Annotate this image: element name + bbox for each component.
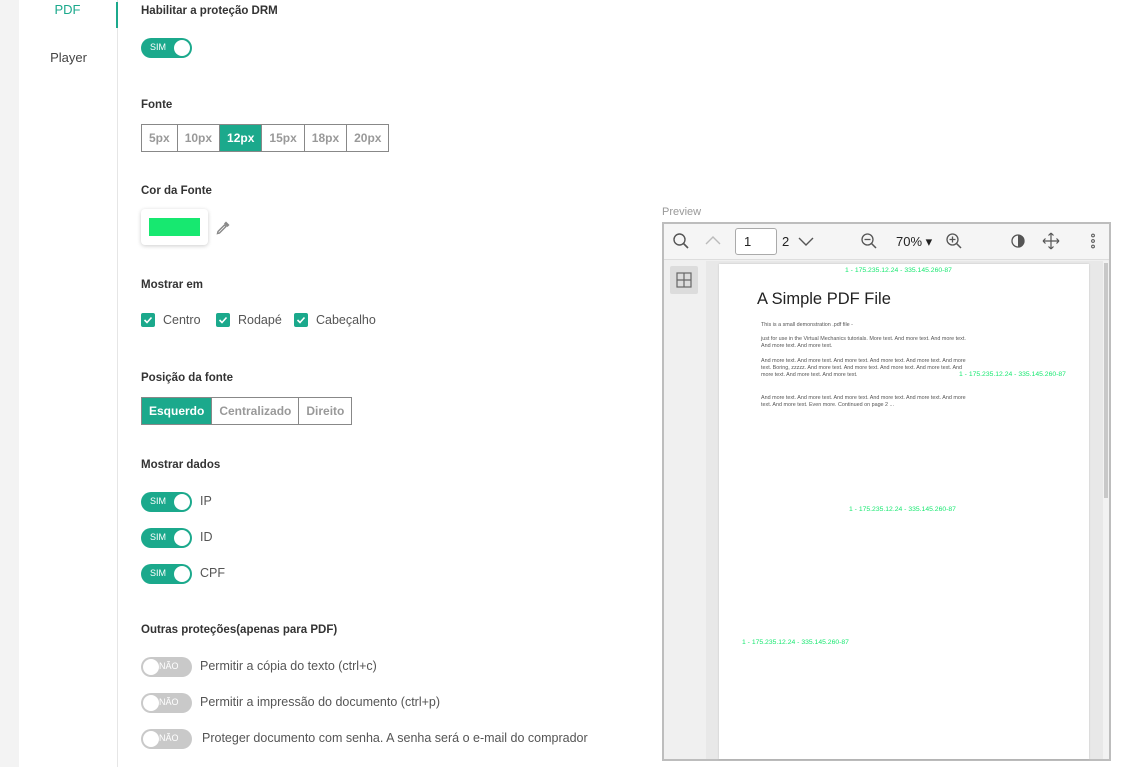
font-size-selector: 5px 10px 12px 15px 18px 20px xyxy=(141,124,390,152)
toggle-state: SIM xyxy=(150,42,167,52)
print-toggle[interactable]: NÃO xyxy=(141,693,192,713)
preview-label: Preview xyxy=(662,206,702,218)
copy-label: Permitir a cópia do texto (ctrl+c) xyxy=(200,659,377,673)
watermark-center: 1 - 175.235.12.24 - 335.145.260-87 xyxy=(849,506,956,513)
checkbox-cabecalho[interactable]: Cabeçalho xyxy=(294,313,376,327)
checkbox-rodape[interactable]: Rodapé xyxy=(216,313,282,327)
show-data-label: Mostrar dados xyxy=(141,459,221,471)
rotate-icon[interactable] xyxy=(1009,232,1027,250)
id-toggle[interactable]: SIM xyxy=(141,528,192,548)
zoom-in-icon[interactable] xyxy=(945,232,963,250)
ip-toggle[interactable]: SIM xyxy=(141,492,192,512)
ip-label: IP xyxy=(200,494,212,508)
checkbox-label: Rodapé xyxy=(238,313,282,327)
checkbox-centro[interactable]: Centro xyxy=(141,313,201,327)
toggle-knob xyxy=(143,695,159,711)
password-toggle[interactable]: NÃO xyxy=(141,729,192,749)
cpf-toggle[interactable]: SIM xyxy=(141,564,192,584)
toggle-state: SIM xyxy=(150,532,167,542)
chevron-up-icon[interactable] xyxy=(704,232,722,250)
doc-paragraph: And more text. And more text. And more t… xyxy=(761,395,966,409)
page-number-input[interactable]: 1 xyxy=(735,228,777,255)
document-area[interactable]: 1 - 175.235.12.24 - 335.145.260-87 A Sim… xyxy=(706,261,1103,759)
position-option[interactable]: Centralizado xyxy=(212,398,300,424)
position-option[interactable]: Direito xyxy=(299,398,351,424)
settings-page: PDF Player Habilitar a proteção DRM SIM … xyxy=(0,0,1128,767)
font-size-option[interactable]: 18px xyxy=(305,125,348,151)
font-position-selector: Esquerdo Centralizado Direito xyxy=(141,397,353,425)
check-icon xyxy=(141,313,155,327)
color-picker[interactable] xyxy=(141,209,208,245)
toggle-knob xyxy=(143,659,159,675)
viewer-side-panel xyxy=(664,261,706,759)
toggle-knob xyxy=(174,530,190,546)
color-swatch xyxy=(149,218,200,236)
copy-toggle[interactable]: NÃO xyxy=(141,657,192,677)
checkbox-label: Cabeçalho xyxy=(316,313,376,327)
thumbnail-toggle[interactable] xyxy=(670,266,698,294)
eyedropper-icon[interactable] xyxy=(215,220,231,236)
page-total: 2 xyxy=(782,234,790,249)
print-label: Permitir a impressão do documento (ctrl+… xyxy=(200,695,441,709)
doc-title: A Simple PDF File xyxy=(757,290,891,308)
checkbox-label: Centro xyxy=(163,313,201,327)
font-size-option[interactable]: 15px xyxy=(262,125,305,151)
check-icon xyxy=(216,313,230,327)
toggle-state: SIM xyxy=(150,496,167,506)
cpf-label: CPF xyxy=(200,566,225,580)
font-size-option[interactable]: 10px xyxy=(178,125,221,151)
check-icon xyxy=(294,313,308,327)
font-position-label: Posição da fonte xyxy=(141,372,234,384)
drm-toggle[interactable]: SIM xyxy=(141,38,192,58)
other-protections-label: Outras proteções(apenas para PDF) xyxy=(141,624,338,636)
thumbnails-icon xyxy=(676,272,692,288)
doc-paragraph: just for use in the Virtual Mechanics tu… xyxy=(761,336,966,350)
pan-icon[interactable] xyxy=(1042,232,1060,250)
position-option-selected[interactable]: Esquerdo xyxy=(142,398,213,424)
toggle-state: NÃO xyxy=(159,697,179,707)
font-size-option[interactable]: 20px xyxy=(347,125,388,151)
zoom-out-icon[interactable] xyxy=(860,232,878,250)
dropdown-icon: ▾ xyxy=(925,234,933,249)
scrollbar-thumb[interactable] xyxy=(1104,263,1108,498)
zoom-level[interactable]: 70% ▾ xyxy=(896,234,932,250)
pdf-viewer: 1 2 70% ▾ 1 - 175.235.12.24 - 335.145.26… xyxy=(662,222,1111,761)
doc-paragraph: This is a small demonstration .pdf file … xyxy=(761,322,853,328)
toggle-state: NÃO xyxy=(159,661,179,671)
toggle-knob xyxy=(174,494,190,510)
search-icon[interactable] xyxy=(672,232,690,250)
chevron-down-icon[interactable] xyxy=(797,232,815,250)
toggle-knob xyxy=(174,566,190,582)
more-options-icon[interactable] xyxy=(1084,232,1102,250)
viewer-toolbar: 1 2 70% ▾ xyxy=(664,224,1109,260)
toggle-knob xyxy=(143,731,159,747)
watermark-header: 1 - 175.235.12.24 - 335.145.260-87 xyxy=(845,267,952,274)
show-in-label: Mostrar em xyxy=(141,279,203,291)
pdf-page: 1 - 175.235.12.24 - 335.145.260-87 A Sim… xyxy=(719,264,1089,759)
zoom-value: 70% xyxy=(896,234,923,249)
font-size-option[interactable]: 5px xyxy=(142,125,178,151)
toggle-knob xyxy=(174,40,190,56)
password-label: Proteger documento com senha. A senha se… xyxy=(202,731,588,745)
font-color-label: Cor da Fonte xyxy=(141,185,212,197)
font-size-label: Fonte xyxy=(141,99,173,111)
drm-label: Habilitar a proteção DRM xyxy=(141,5,278,17)
font-size-option-selected[interactable]: 12px xyxy=(220,125,263,151)
toggle-state: NÃO xyxy=(159,733,179,743)
viewer-scrollbar[interactable] xyxy=(1103,261,1109,759)
watermark-right: 1 - 175.235.12.24 - 335.145.260-87 xyxy=(959,371,1066,378)
doc-paragraph: And more text. And more text. And more t… xyxy=(761,358,966,379)
toggle-state: SIM xyxy=(150,568,167,578)
tab-player[interactable]: Player xyxy=(19,50,118,65)
watermark-left: 1 - 175.235.12.24 - 335.145.260-87 xyxy=(742,639,849,646)
left-gutter xyxy=(0,0,19,767)
id-label: ID xyxy=(200,530,213,544)
sidebar: PDF Player xyxy=(19,0,118,767)
tab-pdf[interactable]: PDF xyxy=(19,2,118,28)
